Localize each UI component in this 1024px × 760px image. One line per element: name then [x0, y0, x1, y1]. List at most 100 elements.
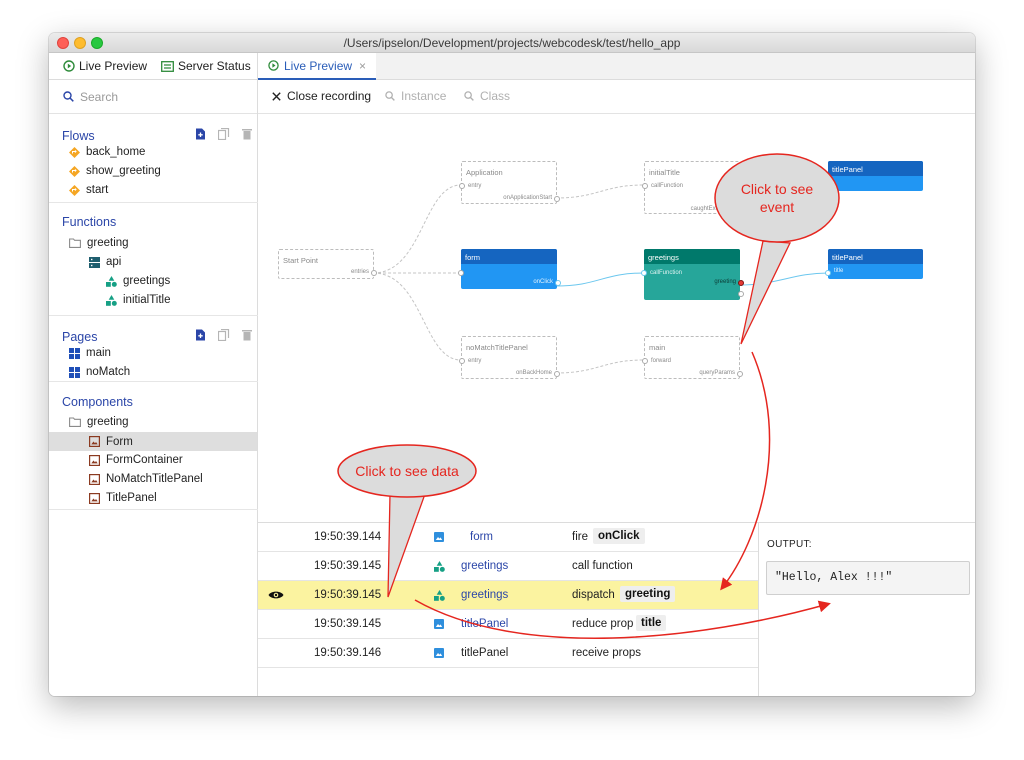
flow-item[interactable]: back_home	[69, 146, 145, 158]
log-source[interactable]: form	[470, 531, 493, 543]
output-port[interactable]	[555, 280, 561, 286]
flow-item[interactable]: show_greeting	[69, 165, 161, 177]
event-port[interactable]	[738, 280, 744, 286]
output-port[interactable]	[371, 270, 377, 276]
folder-label: greeting	[87, 416, 129, 428]
flow-item-label: start	[86, 184, 109, 196]
close-icon	[272, 91, 281, 101]
add-file-icon[interactable]	[195, 128, 206, 140]
component-item[interactable]: NoMatchTitlePanel	[89, 473, 203, 485]
tab-live-preview[interactable]: Live Preview ×	[258, 53, 376, 80]
flow-item[interactable]: start	[69, 184, 108, 196]
title-panel-node[interactable]: titlePanel title	[825, 249, 923, 279]
copy-icon[interactable]	[218, 329, 230, 341]
no-match-title-panel-node[interactable]: noMatchTitlePanel entry onBackHome	[459, 336, 560, 379]
function-icon	[106, 294, 117, 306]
input-port[interactable]	[459, 183, 465, 189]
tab-label: Live Preview	[284, 58, 353, 73]
search-icon	[385, 91, 395, 101]
function-item[interactable]: initialTitle	[106, 294, 171, 306]
api-item[interactable]: api	[89, 256, 121, 268]
flow-icon	[69, 165, 80, 177]
log-source[interactable]: titlePanel	[461, 618, 508, 630]
initial-title-node[interactable]: initialTitle callFunction title caughtEx…	[642, 161, 743, 214]
component-icon	[89, 492, 100, 504]
search-icon	[464, 91, 474, 101]
class-button[interactable]: Class	[464, 89, 510, 103]
close-recording-label: Close recording	[287, 89, 372, 103]
instance-button[interactable]: Instance	[385, 89, 446, 103]
app-window: /Users/ipselon/Development/projects/webc…	[49, 33, 975, 696]
input-port[interactable]	[642, 358, 648, 364]
output-port[interactable]	[737, 207, 743, 213]
folder-icon	[69, 238, 81, 248]
output-port[interactable]	[554, 196, 560, 202]
log-row[interactable]: 19:50:39.144 form fire onClick	[258, 523, 758, 552]
output-port[interactable]	[738, 291, 744, 297]
function-label: initialTitle	[123, 294, 171, 306]
function-label: greetings	[123, 275, 171, 287]
start-point-node[interactable]: Start Point entries	[278, 249, 377, 279]
port-label: onClick	[533, 279, 553, 285]
api-label: api	[106, 256, 122, 268]
eye-icon[interactable]	[268, 590, 284, 600]
close-tab-icon[interactable]: ×	[359, 59, 366, 73]
log-chip: greeting	[620, 586, 676, 602]
input-port[interactable]	[825, 182, 831, 188]
node-title: form	[465, 253, 480, 262]
node-title: main	[649, 343, 666, 352]
output-port[interactable]	[554, 371, 560, 377]
delete-icon[interactable]	[242, 128, 252, 140]
input-port[interactable]	[642, 183, 648, 189]
greetings-node[interactable]: greetings callFunction greeting	[641, 249, 744, 300]
input-port[interactable]	[825, 270, 831, 276]
node-title: titlePanel	[832, 253, 863, 262]
component-item[interactable]: FormContainer	[89, 454, 183, 466]
output-value[interactable]: "Hello, Alex !!!"	[766, 561, 970, 595]
log-source[interactable]: greetings	[461, 560, 508, 572]
form-node[interactable]: form onClick	[458, 249, 561, 289]
output-port[interactable]	[737, 197, 743, 203]
log-time: 19:50:39.145	[314, 589, 382, 601]
component-item[interactable]: TitlePanel	[89, 492, 157, 504]
search-input[interactable]: Search	[49, 80, 257, 114]
delete-icon[interactable]	[242, 329, 252, 341]
live-preview-icon	[268, 60, 279, 71]
log-time: 19:50:39.146	[314, 647, 382, 659]
input-port[interactable]	[641, 270, 647, 276]
output-port[interactable]	[737, 371, 743, 377]
close-recording-button[interactable]: Close recording	[272, 89, 371, 103]
input-port[interactable]	[458, 270, 464, 276]
input-port[interactable]	[459, 358, 465, 364]
folder-item[interactable]: greeting	[69, 416, 129, 428]
copy-icon[interactable]	[218, 128, 230, 140]
instance-label: Instance	[401, 89, 447, 103]
component-label: FormContainer	[106, 454, 183, 466]
log-time: 19:50:39.145	[314, 618, 382, 630]
log-source[interactable]: titlePanel	[461, 647, 508, 659]
log-source[interactable]: greetings	[461, 589, 508, 601]
editor-tabs: Live Preview ×	[258, 53, 975, 80]
flow-diagram[interactable]: Start Point entries Application entry on…	[258, 114, 975, 522]
pages-section: Pages main noMatch	[49, 316, 258, 382]
component-item-selected[interactable]: Form	[49, 432, 257, 451]
page-item[interactable]: main	[69, 347, 111, 359]
application-node[interactable]: Application entry onApplicationStart	[459, 161, 560, 204]
page-item[interactable]: noMatch	[69, 366, 130, 378]
node-title: Start Point	[283, 256, 319, 265]
log-row[interactable]: 19:50:39.146 titlePanel receive props	[258, 639, 758, 668]
sidebar-tab-live-preview[interactable]: Live Preview	[63, 59, 147, 73]
log-row-selected[interactable]: 19:50:39.145 greetings dispatch greeting	[258, 581, 758, 610]
node-title: noMatchTitlePanel	[466, 343, 528, 352]
flow-item-label: back_home	[86, 146, 146, 158]
log-row[interactable]: 19:50:39.145 titlePanel reduce prop titl…	[258, 610, 758, 639]
function-item[interactable]: greetings	[106, 275, 170, 287]
log-row[interactable]: 19:50:39.145 greetings call function	[258, 552, 758, 581]
page-icon	[69, 347, 80, 359]
add-file-icon[interactable]	[195, 329, 206, 341]
function-icon	[106, 275, 117, 287]
folder-item[interactable]: greeting	[69, 237, 129, 249]
main-page-node[interactable]: main forward queryParams	[642, 336, 743, 379]
sidebar-tab-server-status[interactable]: Server Status	[161, 59, 251, 73]
title-panel-node[interactable]: titlePanel	[825, 161, 923, 191]
